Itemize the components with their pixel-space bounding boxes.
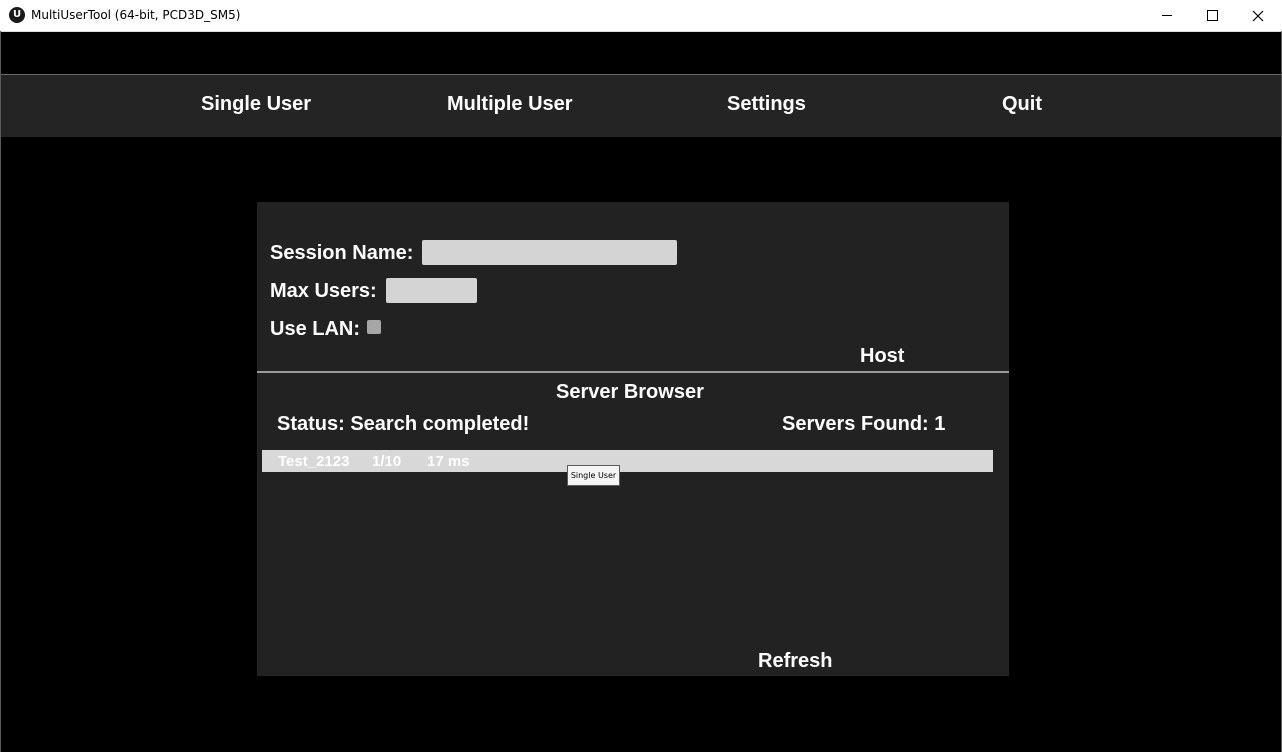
search-status-text: Status: Search completed! [277,413,530,435]
server-row[interactable]: Test_2123 1/10 17 ms [262,450,993,472]
host-button[interactable]: Host [860,345,904,368]
server-players: 1/10 [372,453,402,470]
unreal-logo-icon: U [9,7,25,23]
section-divider [257,371,1009,373]
refresh-button[interactable]: Refresh [758,650,832,673]
window-title: MultiUserTool (64-bit, PCD3D_SM5) [31,8,241,22]
minimize-button[interactable] [1144,0,1190,31]
session-name-input[interactable] [422,240,677,265]
max-users-label: Max Users: [270,280,377,302]
server-browser-title: Server Browser [556,381,704,403]
close-button[interactable] [1235,0,1281,31]
minimize-icon [1162,15,1172,16]
servers-found-count: Servers Found: 1 [782,413,946,435]
use-lan-checkbox[interactable] [367,320,381,334]
window-title-bar[interactable]: U MultiUserTool (64-bit, PCD3D_SM5) [0,0,1282,32]
menu-item-single-user[interactable]: Single User [201,93,311,116]
menu-item-settings[interactable]: Settings [727,93,806,116]
maximize-icon [1206,10,1218,21]
maximize-button[interactable] [1189,0,1235,31]
server-ping: 17 ms [427,453,470,470]
main-menu-bar: Single User Multiple User Settings Quit [1,74,1281,137]
use-lan-label: Use LAN: [270,318,361,340]
close-icon [1252,10,1264,21]
server-name: Test_2123 [278,453,350,470]
max-users-input[interactable] [386,278,477,303]
tooltip: Single User [567,465,620,486]
menu-item-multiple-user[interactable]: Multiple User [447,93,573,116]
menu-item-quit[interactable]: Quit [1002,93,1042,116]
window-frame-left [0,31,1,752]
session-name-label: Session Name: [270,242,414,264]
multiplayer-panel: Session Name: Max Users: Use LAN: Host S… [257,202,1009,676]
